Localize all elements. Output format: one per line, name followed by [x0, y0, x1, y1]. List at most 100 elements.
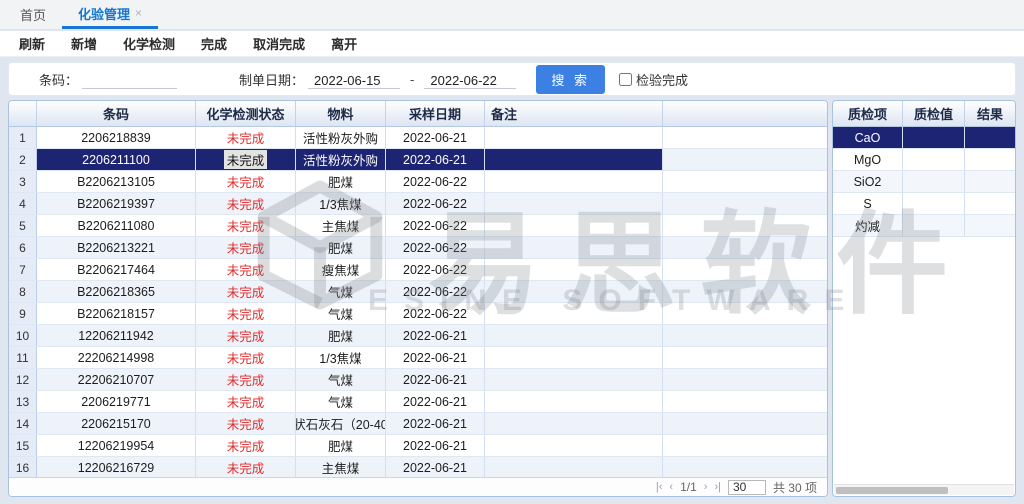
toolbar-item[interactable]: 离开 [318, 34, 370, 53]
qc-item-header[interactable]: 质检项 [833, 101, 903, 126]
sampling-date-cell: 2022-06-21 [386, 347, 485, 368]
prev-page-icon[interactable]: ‹ [669, 481, 673, 493]
qc-value-cell [903, 149, 965, 170]
date-to-input[interactable]: 2022-06-22 [424, 70, 516, 89]
qc-item-cell: SiO2 [833, 171, 903, 192]
chem-test-status-cell: 未完成 [196, 347, 296, 368]
table-row[interactable]: 5 B2206211080 未完成 主焦煤 2022-06-22 [9, 215, 827, 237]
tab-lab-management[interactable]: 化验管理 × [62, 0, 158, 29]
material-cell: 瘦焦煤 [296, 259, 386, 280]
row-filler [663, 171, 827, 192]
date-from-input[interactable]: 2022-06-15 [308, 70, 400, 89]
material-cell: 活性粉灰外购 [296, 127, 386, 148]
qc-value-cell [903, 127, 965, 148]
qc-row[interactable]: SiO2 [833, 171, 1015, 193]
qc-result-header[interactable]: 结果 [965, 101, 1015, 126]
qc-body: CaO MgO SiO2 S 灼减 [833, 127, 1015, 237]
barcode-header[interactable]: 条码 [37, 101, 196, 126]
horizontal-scrollbar[interactable] [834, 484, 1014, 495]
barcode-cell: B2206218157 [37, 303, 196, 324]
table-row[interactable]: 8 B2206218365 未完成 气煤 2022-06-22 [9, 281, 827, 303]
row-filler [663, 281, 827, 302]
remark-header[interactable]: 备注 [485, 101, 663, 126]
row-number-cell: 8 [9, 281, 37, 302]
chem-test-status-cell: 未完成 [196, 149, 296, 170]
barcode-cell: 2206219771 [37, 391, 196, 412]
page-size-input[interactable] [728, 480, 766, 495]
row-filler [663, 259, 827, 280]
table-row[interactable]: 13 2206219771 未完成 气煤 2022-06-21 [9, 391, 827, 413]
table-row[interactable]: 11 22206214998 未完成 1/3焦煤 2022-06-21 [9, 347, 827, 369]
material-cell: 气煤 [296, 303, 386, 324]
status-badge: 未完成 [227, 458, 265, 477]
table-row[interactable]: 15 12206219954 未完成 肥煤 2022-06-21 [9, 435, 827, 457]
qc-row[interactable]: S [833, 193, 1015, 215]
barcode-cell: 2206215170 [37, 413, 196, 434]
table-row[interactable]: 1 2206218839 未完成 活性粉灰外购 2022-06-21 [9, 127, 827, 149]
last-page-icon[interactable]: ›| [714, 481, 721, 493]
remark-cell [485, 237, 663, 258]
table-row[interactable]: 16 12206216729 未完成 主焦煤 2022-06-21 [9, 457, 827, 479]
table-row[interactable]: 9 B2206218157 未完成 气煤 2022-06-22 [9, 303, 827, 325]
row-number-cell: 1 [9, 127, 37, 148]
chem-test-status-cell: 未完成 [196, 413, 296, 434]
chem-test-status-cell: 未完成 [196, 281, 296, 302]
remark-cell [485, 149, 663, 170]
total-count-label: 共 30 项 [773, 479, 817, 496]
tab-bar: 首页 化验管理 × [0, 0, 1024, 30]
row-number-cell: 10 [9, 325, 37, 346]
material-cell: 1/3焦煤 [296, 347, 386, 368]
table-row[interactable]: 2 2206211100 未完成 活性粉灰外购 2022-06-21 [9, 149, 827, 171]
sampling-date-cell: 2022-06-21 [386, 391, 485, 412]
barcode-label: 条码： [39, 70, 78, 89]
table-row[interactable]: 10 12206211942 未完成 肥煤 2022-06-21 [9, 325, 827, 347]
row-filler [663, 347, 827, 368]
table-row[interactable]: 14 2206215170 未完成 块状石灰石（20-40） 2022-06-2… [9, 413, 827, 435]
table-row[interactable]: 7 B2206217464 未完成 瘦焦煤 2022-06-22 [9, 259, 827, 281]
qc-result-cell [965, 127, 1015, 148]
filter-panel: 条码： 制单日期： 2022-06-15 - 2022-06-22 搜 索 检验… [8, 62, 1016, 96]
chem-test-status-cell: 未完成 [196, 171, 296, 192]
inspection-complete-checkbox[interactable] [619, 73, 632, 86]
first-page-icon[interactable]: |‹ [656, 481, 663, 493]
chem-test-status-header[interactable]: 化学检测状态 [196, 101, 296, 126]
barcode-cell: 12206211942 [37, 325, 196, 346]
qc-row[interactable]: CaO [833, 127, 1015, 149]
scrollbar-thumb[interactable] [836, 487, 948, 494]
status-badge: 未完成 [227, 304, 265, 323]
next-page-icon[interactable]: › [704, 481, 708, 493]
table-row[interactable]: 6 B2206213221 未完成 肥煤 2022-06-22 [9, 237, 827, 259]
toolbar-item[interactable]: 化学检测 [110, 34, 188, 53]
tab-lab-management-label: 化验管理 [78, 4, 130, 23]
material-cell: 活性粉灰外购 [296, 149, 386, 170]
status-badge: 未完成 [227, 216, 265, 235]
table-row[interactable]: 4 B2206219397 未完成 1/3焦煤 2022-06-22 [9, 193, 827, 215]
tab-home[interactable]: 首页 [4, 0, 62, 29]
qc-row[interactable]: 灼减 [833, 215, 1015, 237]
toolbar-item[interactable]: 取消完成 [240, 34, 318, 53]
toolbar-item[interactable]: 完成 [188, 34, 240, 53]
row-number-cell: 9 [9, 303, 37, 324]
table-row[interactable]: 3 B2206213105 未完成 肥煤 2022-06-22 [9, 171, 827, 193]
qc-value-header[interactable]: 质检值 [903, 101, 965, 126]
qc-result-cell [965, 193, 1015, 214]
row-number-cell: 14 [9, 413, 37, 434]
qc-row[interactable]: MgO [833, 149, 1015, 171]
search-button[interactable]: 搜 索 [536, 65, 605, 94]
barcode-input[interactable] [82, 70, 177, 89]
table-row[interactable]: 12 22206210707 未完成 气煤 2022-06-21 [9, 369, 827, 391]
material-cell: 肥煤 [296, 237, 386, 258]
material-header[interactable]: 物料 [296, 101, 386, 126]
remark-cell [485, 281, 663, 302]
barcode-cell: 22206214998 [37, 347, 196, 368]
material-cell: 1/3焦煤 [296, 193, 386, 214]
qc-value-cell [903, 215, 965, 236]
toolbar-item[interactable]: 刷新 [6, 34, 58, 53]
toolbar-item[interactable]: 新增 [58, 34, 110, 53]
remark-cell [485, 325, 663, 346]
row-number-cell: 3 [9, 171, 37, 192]
material-cell: 主焦煤 [296, 215, 386, 236]
lab-orders-panel: 条码 化学检测状态 物料 采样日期 备注 1 2206218839 未完成 活性… [8, 100, 828, 497]
sampling-date-header[interactable]: 采样日期 [386, 101, 485, 126]
close-icon[interactable]: × [135, 6, 142, 20]
